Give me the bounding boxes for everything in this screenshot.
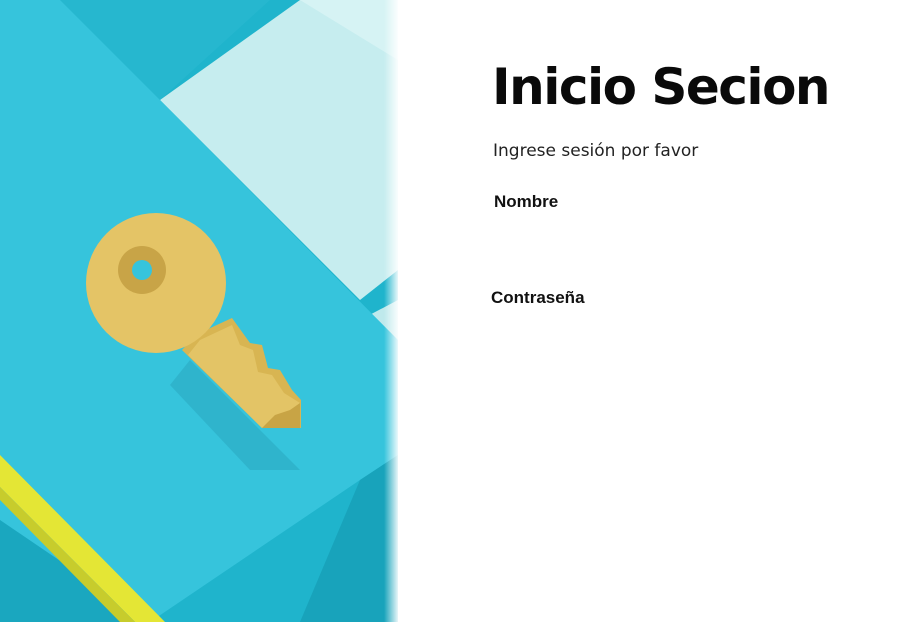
name-label: Nombre [494,192,559,211]
password-label: Contraseña [491,288,585,307]
page-title: Inicio Secion [492,58,831,116]
name-input[interactable] [492,220,840,252]
edge-fade [384,0,398,622]
password-input[interactable] [490,316,838,348]
paper-background [0,0,398,622]
login-panel: Inicio Secion Ingrese sesión por favor N… [398,0,908,622]
login-illustration [0,0,398,622]
page-subtitle: Ingrese sesión por favor [493,141,699,161]
